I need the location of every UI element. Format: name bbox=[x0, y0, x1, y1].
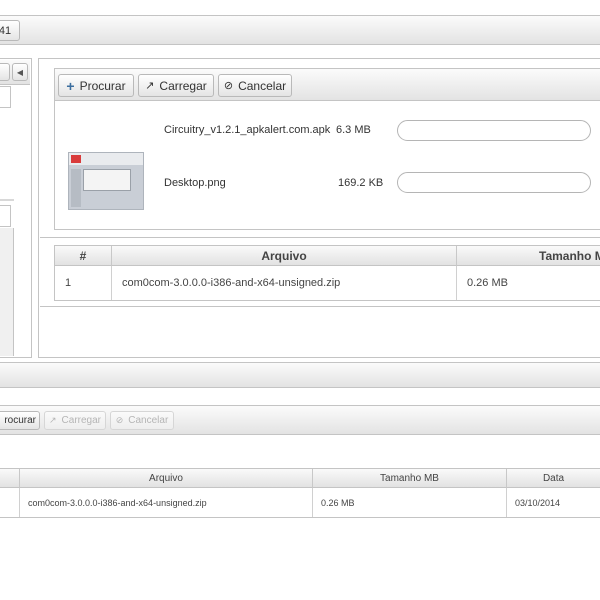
upload-button[interactable]: ↗ Carregar bbox=[138, 74, 214, 97]
bottom-header-bar bbox=[0, 362, 600, 388]
browse-label: Procurar bbox=[79, 78, 126, 93]
left-panel-lower-area bbox=[0, 228, 14, 356]
uploader-toolbar bbox=[55, 69, 600, 101]
bottom-browse-label: rocurar bbox=[4, 415, 36, 426]
desktop-thumbnail bbox=[68, 152, 144, 210]
bottom-row-file-size: 0.26 MB bbox=[321, 497, 355, 508]
plus-icon: + bbox=[66, 77, 75, 94]
bottom-row-file-name: com0com-3.0.0.0-i386-and-x64-unsigned.zi… bbox=[28, 497, 207, 508]
row-file-name: com0com-3.0.0.0-i386-and-x64-unsigned.zi… bbox=[122, 277, 341, 289]
left-panel-divider bbox=[0, 199, 14, 201]
upload-arrow-icon: ↗ bbox=[48, 415, 57, 425]
bottom-column-header-date[interactable]: Data bbox=[507, 469, 600, 488]
column-header-index-label: # bbox=[79, 248, 87, 263]
browse-button[interactable]: + Procurar bbox=[58, 74, 134, 97]
queue-progress-bar-2 bbox=[397, 172, 591, 193]
chevron-left-icon: ◀ bbox=[16, 67, 24, 77]
left-panel-collapse-button[interactable]: ◀ bbox=[12, 63, 28, 81]
top-tab-label: 41 bbox=[0, 24, 12, 37]
queue-progress-bar bbox=[397, 120, 591, 141]
queue-item: Circuitry_v1.2.1_apkalert.com.apk bbox=[164, 124, 330, 138]
bottom-cancel-button[interactable]: ⊘ Cancelar bbox=[110, 411, 174, 430]
column-header-index[interactable]: # bbox=[55, 246, 112, 266]
bottom-row-size: 0.26 MB bbox=[313, 488, 507, 517]
table-row-file[interactable]: com0com-3.0.0.0-i386-and-x64-unsigned.zi… bbox=[112, 266, 457, 300]
bottom-column-header-size-label: Tamanho MB bbox=[380, 472, 439, 484]
cancel-button[interactable]: ⊘ Cancelar bbox=[218, 74, 292, 97]
column-header-file[interactable]: Arquivo bbox=[112, 246, 457, 266]
upload-label: Carregar bbox=[159, 78, 207, 93]
bottom-column-header-size[interactable]: Tamanho MB bbox=[313, 469, 507, 488]
table-row-index: 1 bbox=[55, 266, 112, 300]
column-header-file-label: Arquivo bbox=[261, 248, 307, 263]
cancel-icon: ⊘ bbox=[115, 415, 124, 425]
column-header-size[interactable]: Tamanho MB bbox=[457, 246, 600, 266]
queue-file-name: Circuitry_v1.2.1_apkalert.com.apk bbox=[164, 124, 331, 136]
bottom-row-file[interactable]: com0com-3.0.0.0-i386-and-x64-unsigned.zi… bbox=[20, 488, 313, 517]
queue-file-name-2: Desktop.png bbox=[164, 177, 226, 189]
column-header-size-label: Tamanho MB bbox=[539, 248, 600, 263]
queue-file-size-2: 169.2 KB bbox=[338, 177, 384, 189]
row-file-size: 0.26 MB bbox=[467, 277, 508, 289]
bottom-column-header-index[interactable] bbox=[0, 469, 20, 488]
upload-arrow-icon: ↗ bbox=[145, 80, 155, 92]
top-tab-button[interactable]: 41 bbox=[0, 20, 20, 41]
cancel-icon: ⊘ bbox=[223, 80, 234, 92]
table-row-size: 0.26 MB bbox=[457, 266, 600, 300]
left-panel-box-lower[interactable] bbox=[0, 205, 11, 227]
bottom-upload-label: Carregar bbox=[61, 415, 101, 426]
bottom-browse-button[interactable]: rocurar bbox=[0, 411, 40, 430]
thumbnail-logo bbox=[71, 155, 81, 163]
queue-file-size: 6.3 MB bbox=[336, 124, 371, 136]
bottom-row-date: 03/10/2014 bbox=[507, 488, 600, 517]
bottom-upload-button[interactable]: ↗ Carregar bbox=[44, 411, 106, 430]
cancel-label: Cancelar bbox=[238, 78, 287, 93]
bottom-cancel-label: Cancelar bbox=[128, 415, 169, 426]
bottom-column-header-file[interactable]: Arquivo bbox=[20, 469, 313, 488]
thumbnail-sidebar bbox=[71, 169, 81, 207]
bottom-column-header-file-label: Arquivo bbox=[149, 472, 183, 484]
bottom-row-index bbox=[0, 488, 20, 517]
bottom-column-header-date-label: Data bbox=[542, 472, 565, 484]
bottom-row-date-value: 03/10/2014 bbox=[515, 497, 561, 508]
left-panel-header-button[interactable] bbox=[0, 63, 10, 81]
row-index: 1 bbox=[65, 277, 72, 289]
top-header-bar bbox=[0, 15, 600, 45]
left-panel-box-upper[interactable] bbox=[0, 86, 11, 108]
thumbnail-window bbox=[83, 169, 131, 191]
